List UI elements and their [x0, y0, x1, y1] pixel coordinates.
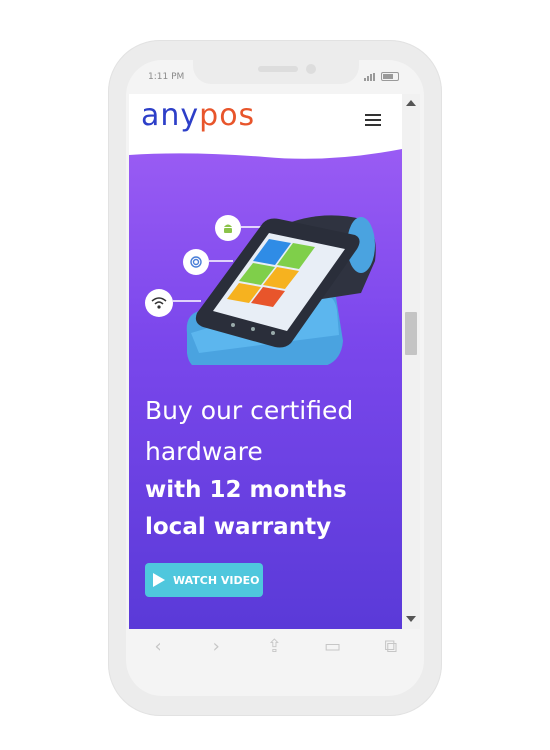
play-icon [153, 573, 165, 587]
logo-text-any: any [141, 98, 200, 133]
back-arrow-icon[interactable]: ‹ [143, 636, 173, 657]
scroll-down-arrow-icon[interactable] [406, 616, 416, 622]
status-time: 1:11 PM [148, 72, 185, 82]
tabs-icon[interactable]: ⧉ [376, 636, 406, 657]
speaker-grille [258, 66, 298, 72]
watch-video-button[interactable]: WATCH VIDEO [145, 563, 263, 597]
browser-toolbar: ‹ › ⇪ ▭ ⧉ [129, 629, 420, 663]
hero-wave [129, 145, 402, 159]
logo-text-pos: pos [199, 98, 256, 133]
signal-icon [364, 73, 375, 81]
web-viewport: anypos Buy our certified hardware with 1… [129, 94, 402, 629]
hero-headline: Buy our certified hardware with 12 month… [145, 390, 395, 546]
scrollbar-track[interactable] [402, 94, 420, 629]
headline-line-1: Buy our certified [145, 396, 354, 425]
android-icon [215, 215, 241, 241]
battery-icon [381, 72, 399, 81]
share-icon[interactable]: ⇪ [259, 636, 289, 657]
site-header: anypos [129, 94, 402, 149]
scrollbar-thumb[interactable] [405, 312, 417, 355]
fingerprint-icon [183, 249, 209, 275]
wifi-icon [145, 289, 173, 317]
bookmarks-icon[interactable]: ▭ [318, 636, 348, 657]
watch-video-label: WATCH VIDEO [173, 573, 260, 587]
status-icons [364, 72, 399, 81]
scroll-up-arrow-icon[interactable] [406, 100, 416, 106]
headline-line-4: local warranty [145, 514, 332, 540]
hamburger-menu-icon[interactable] [365, 114, 381, 128]
forward-arrow-icon[interactable]: › [201, 636, 231, 657]
hero-section: Buy our certified hardware with 12 month… [129, 145, 402, 629]
anypos-logo[interactable]: anypos [141, 98, 255, 133]
headline-line-2: hardware [145, 437, 263, 466]
camera-icon [306, 64, 316, 74]
pos-device-illustration [173, 215, 376, 365]
headline-line-3: with 12 months [145, 477, 347, 503]
